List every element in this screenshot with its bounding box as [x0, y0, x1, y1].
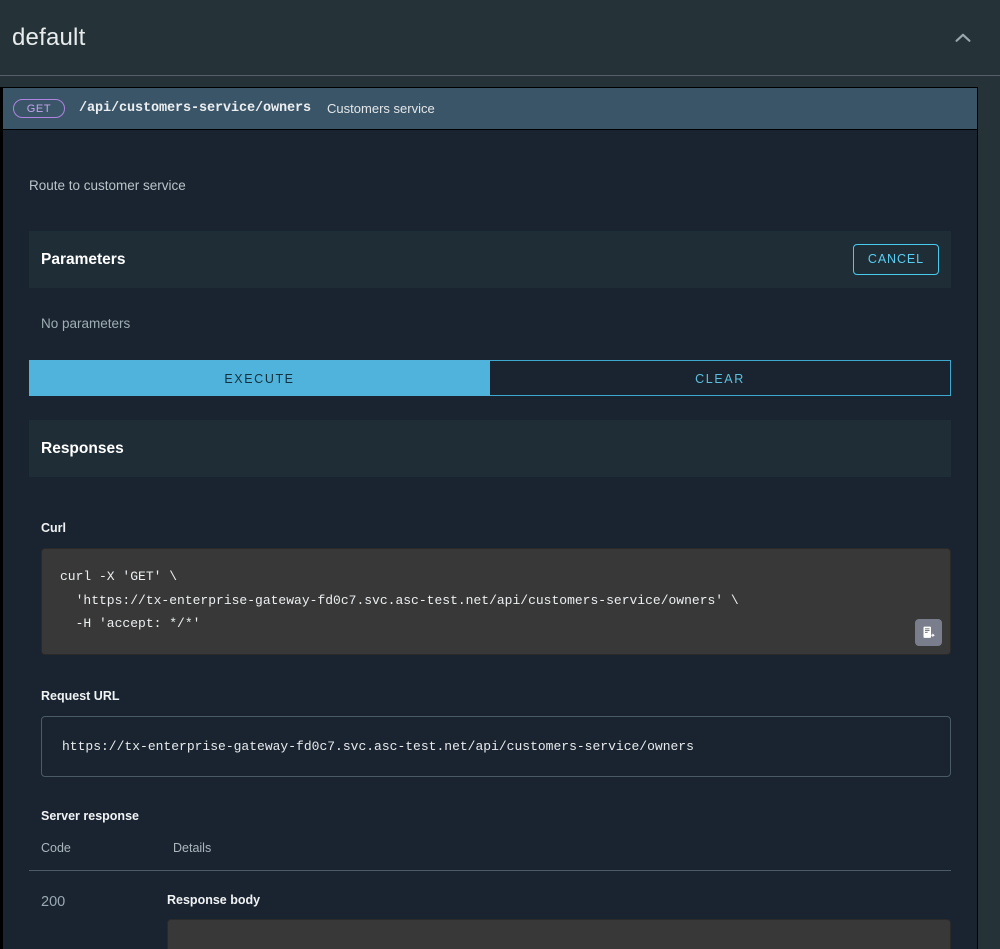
- operation-block: GET /api/customers-service/owners Custom…: [0, 87, 978, 949]
- operation-summary-text: Customers service: [327, 101, 435, 116]
- operation-path: /api/customers-service/owners: [79, 101, 311, 116]
- table-header-row: Code Details: [29, 841, 951, 871]
- request-url-block: https://tx-enterprise-gateway-fd0c7.svc.…: [41, 716, 951, 777]
- page-title: default: [12, 24, 85, 52]
- operation-description: Route to customer service: [3, 130, 977, 193]
- request-url-label: Request URL: [29, 655, 951, 703]
- curl-label: Curl: [29, 477, 951, 535]
- column-header-code: Code: [29, 841, 161, 871]
- parameters-title: Parameters: [41, 251, 125, 269]
- curl-command-block: curl -X 'GET' \ 'https://tx-enterprise-g…: [41, 548, 951, 655]
- server-response-label: Server response: [29, 777, 951, 823]
- tag-header[interactable]: default: [0, 0, 1000, 76]
- execute-button[interactable]: EXECUTE: [29, 360, 490, 396]
- server-response-table: Code Details 200 Response body: [29, 841, 951, 949]
- response-code-cell: 200: [29, 870, 161, 949]
- responses-title: Responses: [41, 440, 124, 458]
- curl-command-text: curl -X 'GET' \ 'https://tx-enterprise-g…: [60, 565, 932, 636]
- chevron-up-icon[interactable]: [950, 25, 976, 51]
- request-url-text: https://tx-enterprise-gateway-fd0c7.svc.…: [62, 739, 930, 754]
- cancel-button[interactable]: CANCEL: [853, 244, 939, 275]
- table-row: 200 Response body: [29, 870, 951, 949]
- tag-section-default: default GET /api/customers-service/owner…: [0, 0, 1000, 949]
- responses-header: Responses: [29, 420, 951, 477]
- parameters-header: Parameters CANCEL: [29, 231, 951, 288]
- response-body-block: [167, 919, 951, 949]
- copy-to-clipboard-icon[interactable]: [915, 619, 942, 646]
- response-body-label: Response body: [167, 893, 951, 907]
- response-details-cell: Response body: [161, 870, 951, 949]
- parameters-section: Parameters CANCEL No parameters EXECUTE …: [3, 231, 977, 949]
- no-parameters-text: No parameters: [29, 288, 951, 331]
- operation-body: Route to customer service Parameters CAN…: [3, 130, 977, 949]
- action-button-row: EXECUTE CLEAR: [29, 360, 951, 396]
- clear-button[interactable]: CLEAR: [490, 360, 951, 396]
- http-method-badge: GET: [13, 99, 65, 118]
- column-header-details: Details: [161, 841, 951, 871]
- status-badge: 200: [41, 894, 65, 910]
- operation-summary-header[interactable]: GET /api/customers-service/owners Custom…: [3, 88, 977, 130]
